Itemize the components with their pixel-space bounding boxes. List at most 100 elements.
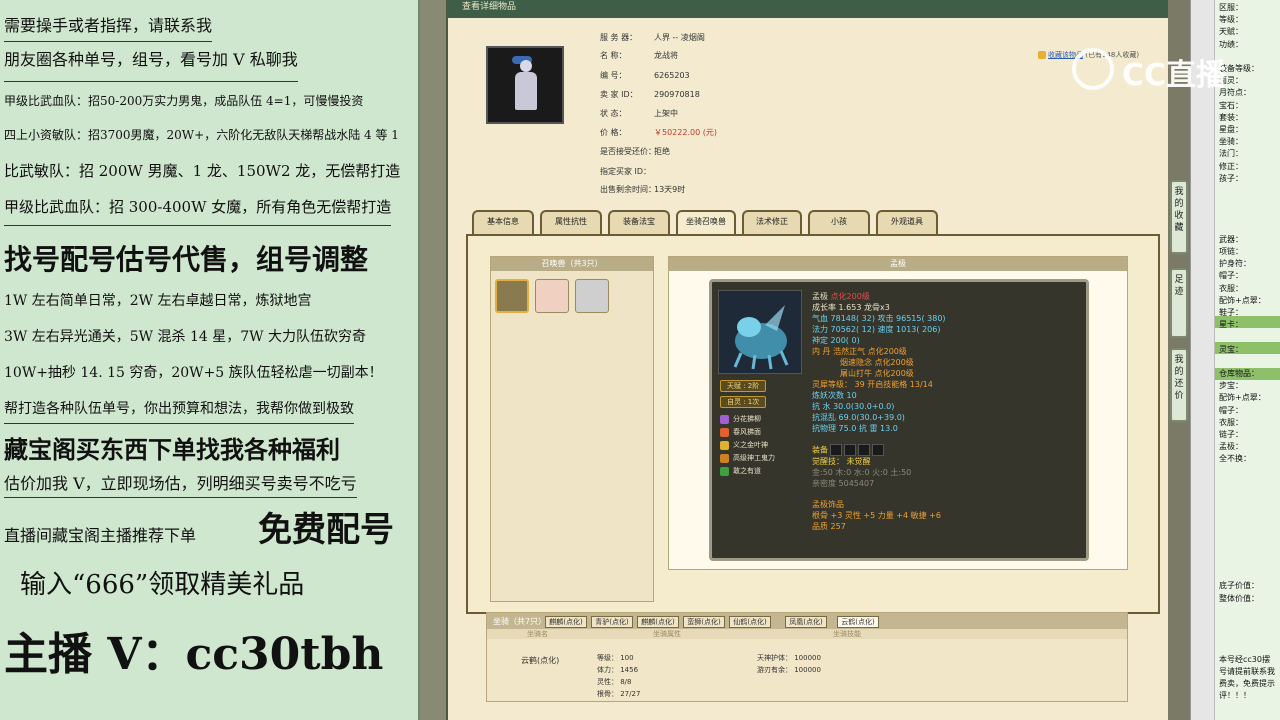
- side-tab-favorites[interactable]: 我的收藏: [1170, 180, 1188, 254]
- sheet-row[interactable]: 修正：: [1219, 161, 1243, 172]
- pet-icon-mengji[interactable]: [495, 279, 529, 313]
- cc-logo-icon: [1072, 48, 1114, 90]
- mount-tab[interactable]: 麒麟(点化): [637, 616, 679, 628]
- sheet-row[interactable]: 仓库物品：: [1219, 368, 1259, 379]
- pet-skill[interactable]: 春风拂面: [720, 427, 761, 437]
- sheet-row[interactable]: 武器：: [1219, 234, 1243, 245]
- pet-friendliness: 亲密度 5045407: [812, 479, 875, 488]
- promo-line: 帮打造各种队伍单号，你出预算和想法，我帮你做到极致: [4, 398, 354, 424]
- pet-skill[interactable]: 高级神工鬼力: [720, 453, 775, 463]
- skill-icon: [720, 427, 729, 437]
- mount-col-skill: 坐骑技能: [833, 630, 861, 638]
- promo-line: 直播间藏宝阁主播推荐下单: [4, 526, 197, 545]
- promo-heading: 藏宝阁买东西下单找我各种福利: [4, 435, 340, 464]
- sheet-row[interactable]: 护身符：: [1219, 258, 1251, 269]
- sheet-row[interactable]: 帽子：: [1219, 405, 1243, 416]
- pet-skill[interactable]: 敢之有道: [720, 466, 761, 476]
- mount-name: 云鹤(点化): [521, 656, 560, 665]
- promo-line: 10W+抽秒 14. 15 穷奇，20W+5 族队伍轻松虐一切副本！: [4, 365, 383, 381]
- mount-col-attr: 坐骑属性: [653, 630, 681, 638]
- character-body: [515, 72, 537, 110]
- sheet-row[interactable]: 孩子：: [1219, 173, 1243, 184]
- skill-icon: [720, 466, 729, 476]
- sheet-row[interactable]: 区服：: [1219, 2, 1243, 13]
- character-thumbnail[interactable]: [486, 46, 564, 124]
- pet-skill[interactable]: 分花拂柳: [720, 414, 761, 424]
- mount-skill: 游刃有余： 100000: [757, 666, 821, 674]
- screen: 需要操手或者指挥，请联系我 朋友圈各种单号，组号，看号加 V 私聊我 甲级比武血…: [0, 0, 1280, 720]
- promo-line: 1W 左右简单日常，2W 左右卓越日常，炼狱地宫: [4, 293, 312, 309]
- sheet-row[interactable]: 孟极：: [1219, 441, 1243, 452]
- sheet-row[interactable]: 配饰+点翠：: [1219, 295, 1266, 306]
- mount-tab[interactable]: 云鹤(点化): [837, 616, 879, 628]
- tab-appearance[interactable]: 外观道具: [876, 210, 938, 234]
- tab-attributes[interactable]: 属性抗性: [540, 210, 602, 234]
- pet-list: 召唤兽（共3只）: [490, 256, 654, 602]
- mount-col-name: 坐骑名: [527, 630, 548, 638]
- sheet-note: 本号经cc30摆: [1219, 655, 1270, 664]
- equip-slot[interactable]: [844, 444, 856, 456]
- pet-icon-baby[interactable]: [535, 279, 569, 313]
- pet-icon-panda[interactable]: [575, 279, 609, 313]
- sheet-row[interactable]: 衣服：: [1219, 283, 1243, 294]
- tab-basic-info[interactable]: 基本信息: [472, 210, 534, 234]
- side-tab-history[interactable]: 足迹: [1170, 268, 1188, 338]
- promo-line: 比武敏队：招 200W 男魔、1 龙、150W2 龙，无偿帮打造: [4, 162, 401, 180]
- pet-portrait-image: [733, 305, 789, 370]
- sheet-row[interactable]: 配饰+点翠：: [1219, 392, 1266, 403]
- promo-line: 估价加我 V，立即现场估，列明细买号卖号不吃亏: [4, 470, 357, 498]
- sheet-row[interactable]: 法门：: [1219, 148, 1243, 159]
- promo-line: 四上小资敏队：招3700男魔，20W+，六阶化无敌队天梯帮战水陆 4 等 1: [4, 128, 399, 142]
- sheet-row[interactable]: 星盘：: [1219, 124, 1243, 135]
- pet-mp-speed: 法力 70562( 12) 速度 1013( 206): [812, 325, 941, 334]
- sheet-row[interactable]: 天赋：: [1219, 26, 1243, 37]
- tab-spell-correction[interactable]: 法术修正: [742, 210, 802, 234]
- mount-tab[interactable]: 仙鹤(点化): [729, 616, 771, 628]
- sheet-row[interactable]: 全不换：: [1219, 453, 1251, 464]
- tab-equipment[interactable]: 装备法宝: [608, 210, 670, 234]
- sheet-row[interactable]: 星卡：: [1219, 319, 1243, 330]
- sheet-footer: 底子价值：: [1219, 581, 1259, 590]
- pet-detail-title: 孟极: [669, 257, 1127, 271]
- sheet-row[interactable]: 宝石：: [1219, 100, 1243, 111]
- skill-icon: [720, 414, 729, 424]
- equip-slot[interactable]: [858, 444, 870, 456]
- sheet-row[interactable]: 项链：: [1219, 246, 1243, 257]
- info-server: 服 务 器： 人界 -- 凌烟阁: [600, 33, 705, 42]
- mount-tab[interactable]: 蛮狮(点化): [683, 616, 725, 628]
- promo-line: 朋友圈各种单号，组号，看号加 V 私聊我: [4, 46, 298, 82]
- mount-tab[interactable]: 凤凰(点化): [785, 616, 827, 628]
- sheet-row[interactable]: 等级：: [1219, 14, 1243, 25]
- skill-icon: [720, 440, 729, 450]
- pet-skill[interactable]: 义之金叶神: [720, 440, 768, 450]
- window-title: 查看详细物品: [448, 0, 1168, 18]
- mount-tab[interactable]: 麒麟(点化): [545, 616, 587, 628]
- mount-stat: 根骨： 27/27: [597, 690, 641, 698]
- mount-stat: 体力： 1456: [597, 666, 639, 674]
- pet-list-title: 召唤兽（共3只）: [491, 257, 653, 271]
- info-status: 状 态： 上架中: [600, 109, 678, 118]
- mount-tab[interactable]: 青驴(点化): [591, 616, 633, 628]
- sheet-row[interactable]: 套装：: [1219, 112, 1243, 123]
- sheet-row[interactable]: 链子：: [1219, 429, 1243, 440]
- pets-content-panel: 召唤兽（共3只） 孟极 孟极 点化200级 成长率 1.653 龙骨x3 气血 …: [466, 234, 1160, 614]
- tab-mounts-pets[interactable]: 坐骑召唤兽: [676, 210, 736, 234]
- pet-resist-physical: 抗物理 75.0 抗 雷 13.0: [812, 424, 898, 433]
- sheet-row[interactable]: 步宝：: [1219, 380, 1243, 391]
- equip-slot[interactable]: [830, 444, 842, 456]
- pet-portrait: [718, 290, 802, 374]
- sheet-row[interactable]: 鞋子：: [1219, 307, 1243, 318]
- sheet-row[interactable]: 坐骑：: [1219, 136, 1243, 147]
- sheet-row[interactable]: 帽子：: [1219, 270, 1243, 281]
- mount-column-headers: 坐骑名 坐骑属性 坐骑技能: [487, 629, 1127, 639]
- sheet-row[interactable]: 灵宝：: [1219, 344, 1243, 355]
- tab-child[interactable]: 小孩: [808, 210, 870, 234]
- side-tab-counter-offers[interactable]: 我的还价: [1170, 348, 1188, 422]
- cc-live-watermark: CC直播: [1072, 44, 1242, 93]
- equip-slot[interactable]: [872, 444, 884, 456]
- mount-tabs: 坐骑（共7只） 麒麟(点化) 青驴(点化) 麒麟(点化) 蛮狮(点化) 仙鹤(点…: [487, 613, 1127, 629]
- sheet-row[interactable]: 衣服：: [1219, 417, 1243, 428]
- pet-hp-attack: 气血 78148( 32) 攻击 96515( 380): [812, 314, 946, 323]
- pet-neidan-2: 烟速隐念 点化200级: [840, 358, 914, 367]
- pet-equipment: 装备: [812, 444, 884, 456]
